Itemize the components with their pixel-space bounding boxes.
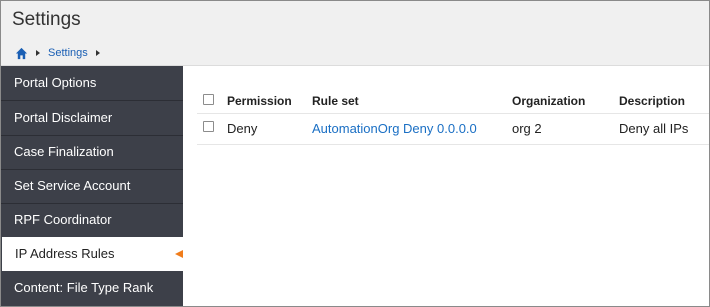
sidebar-item-set-service-account[interactable]: Set Service Account: [1, 169, 183, 203]
sidebar-item-content-file-type-rank[interactable]: Content: File Type Rank: [1, 271, 183, 305]
rule-set-link[interactable]: AutomationOrg Deny 0.0.0.0: [312, 121, 477, 136]
page-header: Settings Settings: [1, 1, 709, 66]
breadcrumb: Settings: [15, 45, 108, 61]
column-header-rule-set[interactable]: Rule set: [312, 94, 359, 108]
row-checkbox[interactable]: [203, 121, 214, 132]
ip-rules-table: Permission Rule set Organization Descrip…: [183, 66, 709, 306]
sidebar-item-portal-disclaimer[interactable]: Portal Disclaimer: [1, 101, 183, 135]
cell-description: Deny all IPs: [619, 121, 689, 136]
breadcrumb-settings-link[interactable]: Settings: [48, 47, 88, 59]
sidebar-item-ip-address-rules[interactable]: IP Address Rules: [1, 237, 183, 271]
settings-window: Settings Settings Portal Options Portal …: [0, 0, 710, 307]
row-divider: [197, 144, 709, 145]
sidebar: Portal Options Portal Disclaimer Case Fi…: [1, 66, 183, 306]
select-all-checkbox[interactable]: [203, 94, 214, 105]
column-header-permission[interactable]: Permission: [227, 94, 292, 108]
breadcrumb-separator-icon: [95, 50, 100, 56]
column-header-description[interactable]: Description: [619, 94, 685, 108]
cell-organization: org 2: [512, 121, 542, 136]
sidebar-item-case-finalization[interactable]: Case Finalization: [1, 135, 183, 169]
sidebar-item-rpf-coordinator[interactable]: RPF Coordinator: [1, 203, 183, 237]
home-icon[interactable]: [15, 47, 28, 60]
cell-permission: Deny: [227, 121, 258, 136]
breadcrumb-separator-icon: [36, 50, 40, 56]
column-header-organization[interactable]: Organization: [512, 94, 585, 108]
sidebar-item-portal-options[interactable]: Portal Options: [1, 66, 183, 100]
page-title: Settings: [12, 9, 81, 30]
header-divider: [197, 113, 709, 114]
